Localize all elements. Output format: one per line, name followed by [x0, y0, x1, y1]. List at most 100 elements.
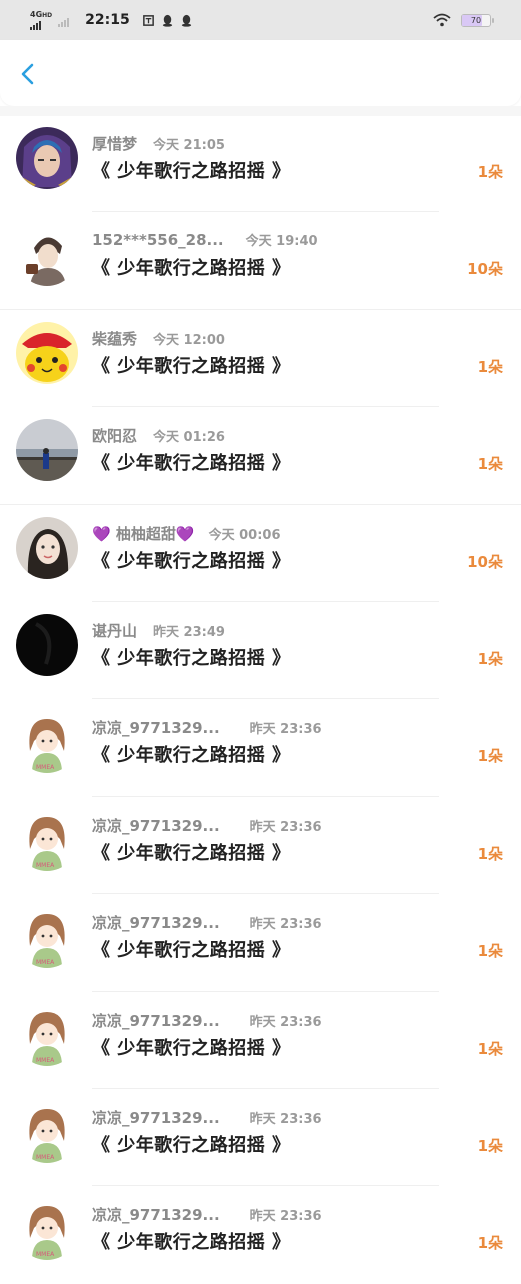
flower-count: 1朵 — [477, 1234, 503, 1253]
list-item[interactable]: 柴蕴秀 今天 12:00 《 少年歌行之路招摇 》 1朵 — [0, 310, 521, 408]
book-title: 《 少年歌行之路招摇 》 — [92, 550, 291, 572]
avatar[interactable] — [16, 516, 78, 579]
flower-count: 1朵 — [477, 844, 503, 863]
signal-secondary-icon — [58, 17, 70, 27]
timestamp: 今天 00:06 — [208, 527, 281, 543]
item-meta: 厚惜梦 今天 21:05 — [92, 133, 225, 154]
timestamp: 昨天 23:36 — [249, 1209, 322, 1225]
flower-count: 1朵 — [477, 747, 503, 766]
item-meta: 💜 柚柚超甜💜 今天 00:06 — [92, 523, 281, 544]
flower-count: 1朵 — [477, 357, 503, 376]
book-title: 《 少年歌行之路招摇 》 — [92, 1134, 291, 1156]
avatar[interactable]: MMEA — [16, 1198, 78, 1261]
book-title: 《 少年歌行之路招摇 》 — [92, 355, 291, 377]
user-name: 凉凉_9771329... — [92, 1108, 220, 1127]
user-name: 谌丹山 — [92, 621, 138, 640]
avatar[interactable] — [16, 613, 78, 676]
flower-count: 1朵 — [477, 455, 503, 474]
flower-count: 1朵 — [477, 163, 503, 181]
svg-text:MMEA: MMEA — [36, 1057, 55, 1064]
item-meta: 凉凉_9771329... 昨天 23:36 — [92, 1107, 322, 1128]
cartoon-girl-avatar-icon: MMEA — [16, 1100, 78, 1163]
gift-list: 厚惜梦 今天 21:05 《 少年歌行之路招摇 》 1朵 152***556_2… — [0, 115, 521, 1284]
list-item[interactable]: MMEA 凉凉_9771329... 昨天 23:36 《 少年歌行之路招摇 》… — [0, 1186, 521, 1283]
timestamp: 今天 21:05 — [153, 138, 225, 153]
book-title: 《 少年歌行之路招摇 》 — [92, 745, 291, 767]
timestamp: 昨天 23:36 — [249, 917, 322, 933]
book-title: 《 少年歌行之路招摇 》 — [92, 647, 291, 669]
user-name: 凉凉_9771329... — [92, 719, 220, 738]
book-title: 《 少年歌行之路招摇 》 — [92, 258, 291, 280]
book-title: 《 少年歌行之路招摇 》 — [92, 453, 291, 475]
pikachu-avatar-icon — [16, 321, 78, 384]
status-bar: 4GHD 22:15 70 — [0, 0, 521, 40]
avatar[interactable]: MMEA — [16, 906, 78, 969]
list-item[interactable]: 谌丹山 昨天 23:49 《 少年歌行之路招摇 》 1朵 — [0, 602, 521, 700]
qq-icon — [162, 14, 172, 27]
user-name: 欧阳忍 — [92, 427, 138, 446]
item-meta: 凉凉_9771329... 昨天 23:36 — [92, 912, 322, 933]
item-meta: 凉凉_9771329... 昨天 23:36 — [92, 1010, 322, 1031]
status-left: 4GHD 22:15 — [30, 10, 193, 30]
flower-count: 1朵 — [477, 942, 503, 961]
header-bar — [0, 40, 521, 106]
item-meta: 谌丹山 昨天 23:49 — [92, 620, 225, 641]
user-name: 柴蕴秀 — [92, 329, 138, 348]
list-item[interactable]: 152***556_28... 今天 19:40 《 少年歌行之路招摇 》 10… — [0, 212, 521, 310]
avatar[interactable]: MMEA — [16, 1003, 78, 1066]
svg-text:MMEA: MMEA — [36, 764, 55, 771]
list-item[interactable]: 💜 柚柚超甜💜 今天 00:06 《 少年歌行之路招摇 》 10朵 — [0, 505, 521, 602]
svg-text:MMEA: MMEA — [36, 862, 55, 869]
chevron-left-icon[interactable] — [21, 63, 34, 85]
user-name: 凉凉_9771329... — [92, 1206, 220, 1225]
cartoon-girl-avatar-icon: MMEA — [16, 1003, 78, 1066]
network-hd-label: HD — [42, 11, 53, 19]
avatar[interactable] — [16, 419, 78, 482]
cartoon-girl-avatar-icon: MMEA — [16, 808, 78, 871]
list-item[interactable]: MMEA 凉凉_9771329... 昨天 23:36 《 少年歌行之路招摇 》… — [0, 797, 521, 895]
avatar[interactable] — [16, 127, 78, 189]
anime-avatar-icon — [16, 127, 78, 189]
list-item[interactable]: MMEA 凉凉_9771329... 昨天 23:36 《 少年歌行之路招摇 》… — [0, 894, 521, 992]
user-name: 凉凉_9771329... — [92, 914, 220, 933]
flower-count: 10朵 — [467, 552, 503, 571]
timestamp: 今天 12:00 — [153, 332, 225, 348]
item-meta: 凉凉_9771329... 昨天 23:36 — [92, 815, 322, 836]
user-name: 152***556_28... — [92, 231, 224, 250]
list-item[interactable]: MMEA 凉凉_9771329... 昨天 23:36 《 少年歌行之路招摇 》… — [0, 699, 521, 797]
svg-text:MMEA: MMEA — [36, 1154, 55, 1161]
avatar[interactable] — [16, 224, 78, 287]
avatar[interactable]: MMEA — [16, 1100, 78, 1163]
user-name: 💜 柚柚超甜💜 — [92, 524, 195, 543]
item-meta: 欧阳忍 今天 01:26 — [92, 425, 225, 446]
battery-icon: 70 — [461, 13, 494, 27]
wifi-icon — [433, 13, 451, 27]
book-title: 《 少年歌行之路招摇 》 — [92, 1232, 291, 1254]
avatar[interactable]: MMEA — [16, 711, 78, 774]
list-item[interactable]: MMEA 凉凉_9771329... 昨天 23:36 《 少年歌行之路招摇 》… — [0, 992, 521, 1089]
avatar[interactable] — [16, 321, 78, 384]
item-meta: 152***556_28... 今天 19:40 — [92, 230, 318, 249]
book-title: 《 少年歌行之路招摇 》 — [92, 940, 291, 962]
avatar[interactable]: MMEA — [16, 808, 78, 871]
svg-text:MMEA: MMEA — [36, 1251, 55, 1258]
book-title: 《 少年歌行之路招摇 》 — [92, 161, 291, 182]
status-time: 22:15 — [85, 12, 130, 28]
timestamp: 昨天 23:49 — [153, 624, 225, 640]
cartoon-girl-avatar-icon: MMEA — [16, 711, 78, 774]
timestamp: 昨天 23:36 — [249, 1111, 322, 1127]
list-item[interactable]: MMEA 凉凉_9771329... 昨天 23:36 《 少年歌行之路招摇 》… — [0, 1089, 521, 1187]
flower-count: 1朵 — [477, 649, 503, 668]
list-item[interactable]: 厚惜梦 今天 21:05 《 少年歌行之路招摇 》 1朵 — [0, 115, 521, 213]
user-name: 凉凉_9771329... — [92, 1011, 220, 1030]
svg-text:MMEA: MMEA — [36, 959, 55, 966]
girl-avatar-icon — [16, 516, 78, 579]
flower-count: 10朵 — [467, 260, 503, 279]
timestamp: 昨天 23:36 — [249, 1014, 322, 1030]
book-title: 《 少年歌行之路招摇 》 — [92, 842, 291, 864]
sketch-avatar-icon — [16, 224, 78, 287]
list-item[interactable]: 欧阳忍 今天 01:26 《 少年歌行之路招摇 》 1朵 — [0, 407, 521, 505]
timestamp: 今天 19:40 — [245, 234, 318, 250]
flower-count: 1朵 — [477, 1039, 503, 1058]
back-button[interactable] — [14, 60, 42, 88]
